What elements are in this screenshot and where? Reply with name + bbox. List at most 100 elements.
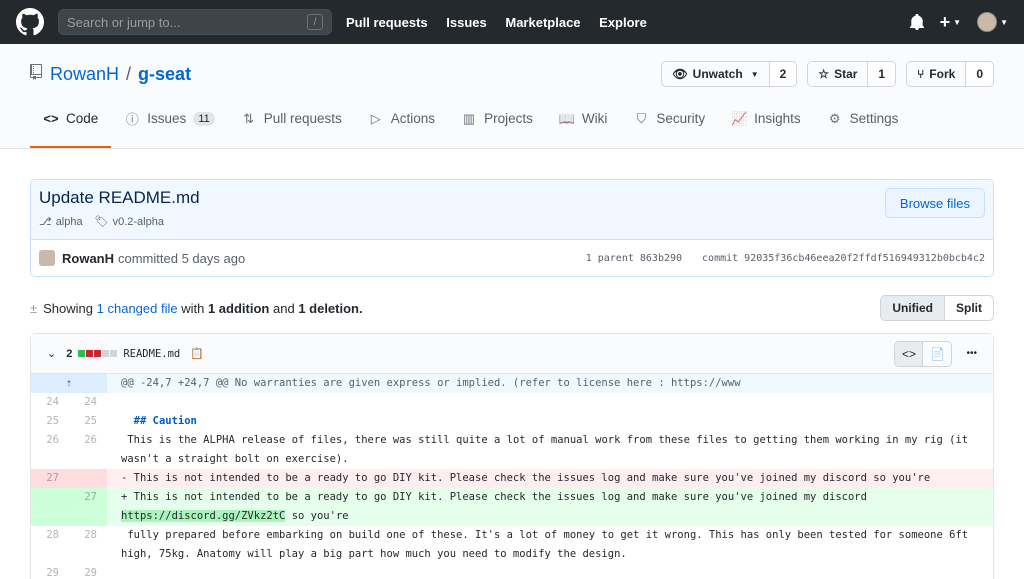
diff-line-context: 25 25 ## Caution xyxy=(31,412,993,431)
old-line-number[interactable]: 26 xyxy=(31,431,69,469)
star-label: Star xyxy=(834,67,858,81)
star-button-group: ☆ Star 1 xyxy=(807,61,897,87)
tab-code[interactable]: <> Code xyxy=(30,104,112,148)
unwatch-button[interactable]: 👁 Unwatch ▼ xyxy=(662,62,770,86)
nav-pull-requests[interactable]: Pull requests xyxy=(346,15,428,30)
tab-settings[interactable]: ⚙ Settings xyxy=(814,104,912,148)
old-line-number[interactable]: 27 xyxy=(31,469,69,488)
search-box[interactable]: / xyxy=(58,9,332,35)
new-line-number[interactable]: 28 xyxy=(69,526,107,564)
copy-path-icon[interactable]: 📋 xyxy=(190,347,204,360)
commit-sha: commit 92035f36cb46eea20f2ffdf516949312b… xyxy=(702,252,985,264)
new-line-number[interactable]: 24 xyxy=(69,393,107,412)
tab-wiki[interactable]: 📖 Wiki xyxy=(546,104,621,148)
chevron-down-icon: ▼ xyxy=(1000,17,1008,27)
nav-issues[interactable]: Issues xyxy=(446,15,486,30)
unified-button[interactable]: Unified xyxy=(881,296,945,320)
diff-summary: ± Showing 1 changed file with 1 addition… xyxy=(30,293,994,323)
expand-up-icon[interactable]: ⇡ xyxy=(31,374,107,393)
avatar xyxy=(977,12,998,32)
plus-icon: + xyxy=(939,11,951,32)
new-line-number[interactable]: 29 xyxy=(69,564,107,579)
user-menu-button[interactable]: ▼ xyxy=(977,12,1008,32)
more-options-icon[interactable]: ••• xyxy=(960,348,983,359)
commit-parent[interactable]: 1 parent 863b290 xyxy=(586,253,682,264)
graph-icon: 📈 xyxy=(731,110,748,126)
old-line-number[interactable] xyxy=(31,488,69,526)
create-new-button[interactable]: + ▼ xyxy=(940,12,961,33)
forks-count[interactable]: 0 xyxy=(966,62,993,86)
additions-count: 1 addition xyxy=(207,300,270,316)
diff-line-context: 29 29 xyxy=(31,564,993,579)
changed-files-link[interactable]: 1 changed file xyxy=(97,301,178,316)
commit-title: Update README.md xyxy=(39,188,200,207)
diff-view-toggle: Unified Split xyxy=(880,295,994,321)
old-line-number[interactable]: 29 xyxy=(31,564,69,579)
old-line-number[interactable]: 24 xyxy=(31,393,69,412)
repo-owner-link[interactable]: RowanH xyxy=(50,64,119,85)
play-icon: ▷ xyxy=(370,110,381,126)
hunk-header-text: @@ -24,7 +24,7 @@ No warranties are give… xyxy=(107,374,993,393)
code-icon: <> xyxy=(43,111,59,126)
watchers-count[interactable]: 2 xyxy=(769,62,797,86)
file-name[interactable]: README.md xyxy=(123,348,180,360)
star-button[interactable]: ☆ Star xyxy=(808,62,869,86)
rich-diff-file-icon[interactable]: 📄 xyxy=(923,342,951,366)
avatar[interactable] xyxy=(39,250,55,266)
issue-icon: ⓘ xyxy=(125,112,139,127)
tab-insights[interactable]: 📈 Insights xyxy=(718,104,814,148)
global-header: / Pull requests Issues Marketplace Explo… xyxy=(0,0,1024,44)
new-line-number[interactable] xyxy=(69,469,107,488)
old-line-number[interactable]: 25 xyxy=(31,412,69,431)
new-line-number[interactable]: 25 xyxy=(69,412,107,431)
tab-pull-requests[interactable]: ⇅ Pull requests xyxy=(228,104,355,148)
gear-icon: ⚙ xyxy=(828,110,841,126)
fork-label: Fork xyxy=(929,67,956,81)
search-input[interactable] xyxy=(67,14,307,30)
commit-box: Update README.md ⎇ alpha 🏷 v0.2-alpha Br… xyxy=(30,179,994,277)
pull-request-icon: ⇅ xyxy=(243,110,255,126)
unwatch-label: Unwatch xyxy=(692,67,743,81)
nav-explore[interactable]: Explore xyxy=(599,15,647,30)
line-text: This is the ALPHA release of files, ther… xyxy=(121,434,975,465)
tab-actions[interactable]: ▷ Actions xyxy=(355,104,448,148)
repo-head: RowanH / g-seat 👁 Unwatch ▼ 2 ☆ Star 1 ⑂… xyxy=(0,44,1024,149)
collapse-chevron-icon[interactable]: ⌄ xyxy=(47,347,56,360)
tab-projects[interactable]: ▥ Projects xyxy=(448,104,546,148)
bell-icon[interactable] xyxy=(909,14,924,30)
diff-line-added: 27 + This is not intended to be a ready t… xyxy=(31,488,993,526)
repo-name-link[interactable]: g-seat xyxy=(138,64,191,85)
tab-label: Projects xyxy=(484,111,533,126)
old-line-number[interactable]: 28 xyxy=(31,526,69,564)
nav-marketplace[interactable]: Marketplace xyxy=(505,15,580,30)
source-diff-code-icon[interactable]: <> xyxy=(895,341,924,366)
new-line-number[interactable]: 26 xyxy=(69,431,107,469)
diff-line-context: 26 26 This is the ALPHA release of files,… xyxy=(31,431,993,469)
split-button[interactable]: Split xyxy=(945,296,993,320)
new-line-number[interactable]: 27 xyxy=(69,488,107,526)
fork-icon: ⑂ xyxy=(917,67,925,81)
issues-count-badge: 11 xyxy=(193,111,215,126)
diff-line-code: - This is not intended to be a ready to … xyxy=(107,469,993,488)
tab-issues[interactable]: ⓘ Issues 11 xyxy=(111,104,227,148)
browse-files-button[interactable]: Browse files xyxy=(884,188,985,218)
tag-ref[interactable]: 🏷 v0.2-alpha xyxy=(94,215,164,229)
repo-icon xyxy=(30,63,42,85)
file-diff: ⌄ 2 README.md 📋 <> 📄 ••• ⇡ @@ -24,7 +24,… xyxy=(30,333,994,579)
repo-tabs: <> Code ⓘ Issues 11 ⇅ Pull requests ▷ Ac… xyxy=(0,104,1024,148)
branch-ref[interactable]: ⎇ alpha xyxy=(39,215,83,229)
stars-count[interactable]: 1 xyxy=(868,62,896,86)
summary-and: and xyxy=(272,300,295,316)
line-text-after: so you're xyxy=(285,510,349,522)
hunk-header-row: ⇡ @@ -24,7 +24,7 @@ No warranties are gi… xyxy=(31,374,993,393)
fork-button-group: ⑂ Fork 0 xyxy=(906,61,994,87)
tag-icon: 🏷 xyxy=(94,216,109,228)
tab-label: Pull requests xyxy=(263,111,342,126)
search-shortcut-key: / xyxy=(307,14,323,30)
tab-security[interactable]: ⛉ Security xyxy=(620,104,718,148)
diff-line-context: 28 28 fully prepared before embarking on … xyxy=(31,526,993,564)
commit-author[interactable]: RowanH xyxy=(62,251,114,266)
fork-button[interactable]: ⑂ Fork xyxy=(907,62,967,86)
summary-prefix: Showing xyxy=(43,300,94,316)
github-logo-icon[interactable] xyxy=(16,8,44,36)
